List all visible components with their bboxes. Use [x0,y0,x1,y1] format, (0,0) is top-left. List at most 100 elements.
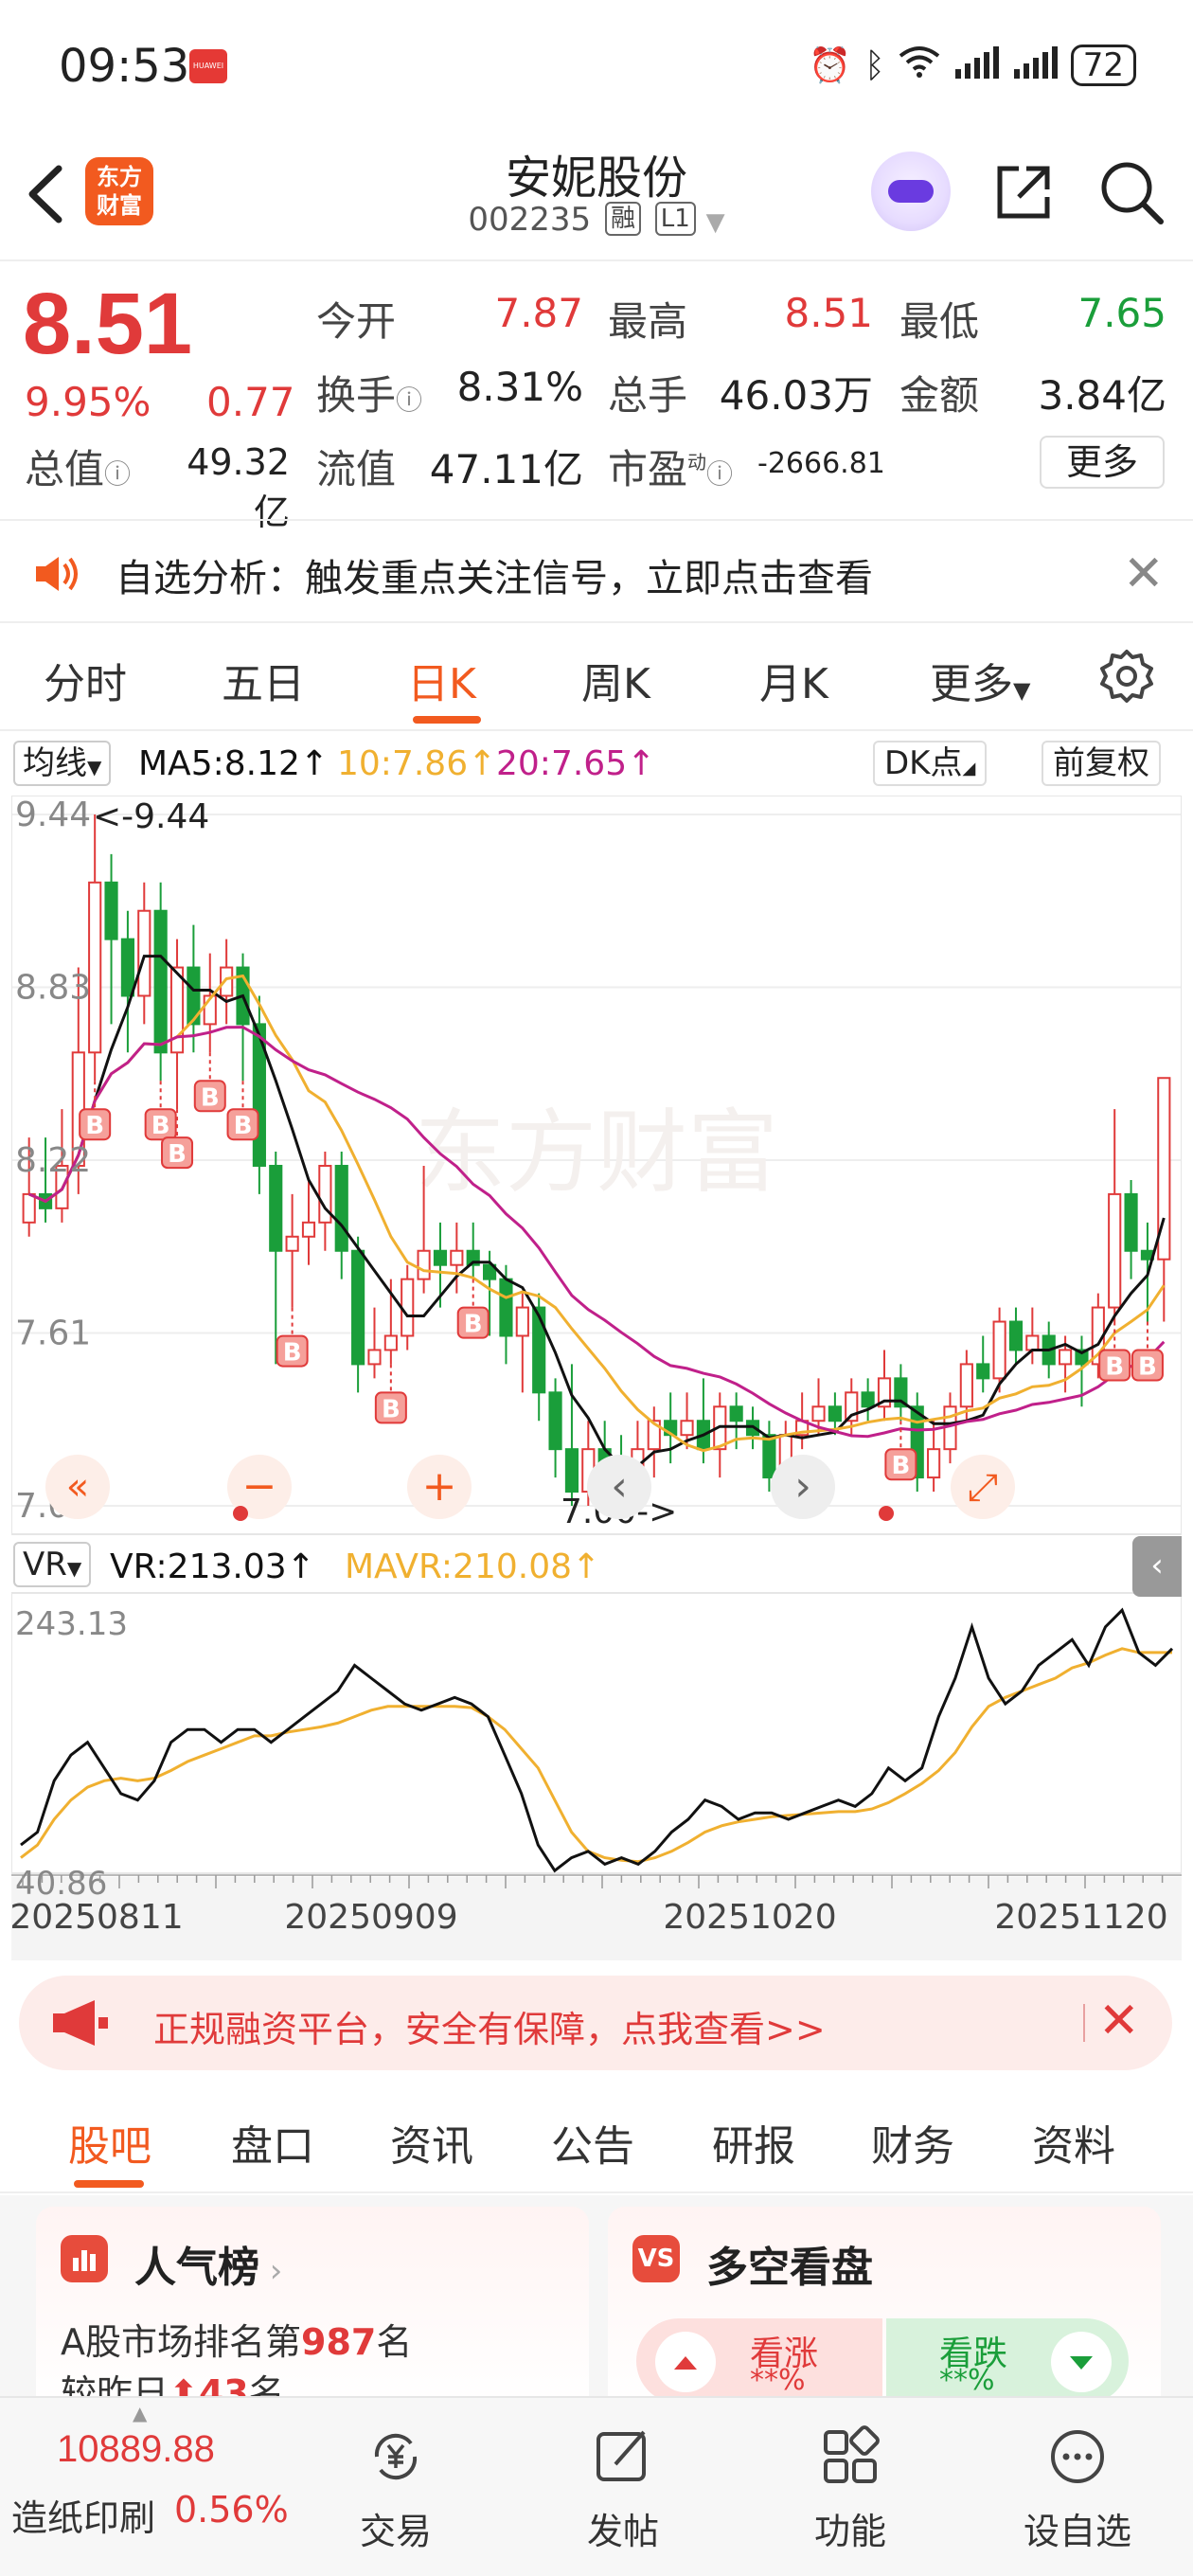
nav-post-label: 发帖 [586,2511,659,2552]
pe-label: 市盈动ⓘ [608,446,734,492]
minus-icon: − [242,1462,277,1511]
bullish-value: **% [750,2364,806,2396]
divider [1083,2004,1085,2042]
dropdown-caret-icon: ▼ [705,208,725,237]
max-price-label: <-9.44 [93,797,209,836]
chart-controls: « − + ‹ › ⤢ [45,1455,1015,1521]
vr-line [20,1607,1174,1873]
x-axis-tick: 20250909 [284,1898,457,1937]
buy-marker-label: B [464,1311,483,1339]
vr-axis-tick: 40.86 [15,1865,107,1903]
gear-icon[interactable] [1098,648,1155,705]
info-icon[interactable]: ⓘ [104,458,131,490]
tab-five-day[interactable]: 五日 [222,650,305,710]
buy-marker-label: B [891,1452,910,1480]
period-tabs: 分时 五日 日K 周K 月K 更多▼ [0,625,1193,731]
low-value: 7.65 [1077,290,1166,336]
stock-code: 002235 [468,201,592,239]
candle-body [22,1192,36,1224]
plus-icon: + [422,1462,457,1511]
search-icon[interactable] [1098,159,1165,225]
close-icon[interactable]: ✕ [1098,1993,1140,2049]
analysis-notice[interactable]: 自选分析：触发重点关注信号，立即点击查看 ✕ [0,519,1193,623]
popularity-card[interactable]: 人气榜 › A股市场排名第987名 较昨日⬆43名 [36,2207,589,2396]
amount-value: 3.84亿 [1038,372,1166,419]
share-icon[interactable] [992,161,1055,224]
high-label: 最高 [608,298,688,345]
tab-finance[interactable]: 财务 [871,2112,954,2173]
candle-body [515,1306,529,1337]
collapse-panel-button[interactable]: ‹ [1132,1536,1182,1597]
tab-announcements[interactable]: 公告 [551,2112,634,2173]
adjust-button[interactable]: 前复权 [1042,741,1161,786]
kline-chart[interactable]: 东方财富 BBBBBBBBBBB 9.448.838.227.617.00 <-… [11,796,1182,1960]
candle-body [269,1164,283,1252]
tab-weekly-k[interactable]: 周K [581,650,650,710]
candle-body [301,1221,316,1238]
index-ticker[interactable]: ▲ 10889.88 造纸印刷 0.56% [0,2398,303,2576]
volume-label: 总手 [608,372,688,419]
sell-dot [879,1506,894,1521]
more-button[interactable]: 更多 [1040,436,1165,489]
buy-marker-label: B [1138,1353,1157,1382]
price-axis-tick: 9.44 [15,796,91,834]
price-axis-tick: 7.61 [15,1315,91,1353]
status-icons: ⏰ ᛒ 72 [809,42,1136,89]
tab-profile[interactable]: 资料 [1032,2112,1115,2173]
nav-post[interactable]: 发帖 [547,2398,699,2576]
buy-marker-label: B [382,1395,401,1423]
tab-pankou[interactable]: 盘口 [231,2112,314,2173]
vr-border [11,1592,1182,1874]
buy-marker-label: B [234,1112,253,1140]
indicator-select[interactable]: VR▼ [13,1542,92,1587]
tab-more[interactable]: 更多▼ [930,650,1030,710]
tab-news[interactable]: 资讯 [390,2112,473,2173]
margin-tag: 融 [604,202,641,236]
arrow-down-icon [1051,2332,1112,2392]
nav-add-watchlist[interactable]: 设自选 [1002,2398,1153,2576]
info-icon[interactable]: ⓘ [706,458,733,490]
long-short-card[interactable]: VS 多空看盘 看涨 **% 看跌 **% [608,2207,1161,2396]
candle-body [433,1249,448,1266]
tab-intraday[interactable]: 分时 [44,650,127,710]
nav-trade-label: 交易 [359,2511,432,2552]
dk-point-button[interactable]: DK点◢ [873,741,988,786]
low-label: 最低 [899,298,980,345]
stock-header: 东方 财富 安妮股份 002235 融 L1 ▼ [0,133,1193,261]
signal-icon-2 [1012,45,1058,87]
candle-body [1059,1349,1073,1366]
edit-icon [596,2430,646,2481]
bearish-vote[interactable]: 看跌 **% [886,2318,1129,2396]
ai-assistant-avatar[interactable] [871,152,951,231]
tab-daily-k[interactable]: 日K [407,650,476,710]
vr-axis-tick: 243.13 [15,1605,128,1643]
turnover-value: 8.31% [456,364,583,410]
ad-banner[interactable]: 正规融资平台，安全有保障，点我查看>> ✕ [19,1976,1172,2070]
tab-guba[interactable]: 股吧 [68,2112,151,2173]
candle-body [861,1391,875,1408]
candle-body [153,909,168,1054]
wifi-icon [899,45,940,87]
close-icon[interactable]: ✕ [1123,546,1165,602]
buy-marker-label: B [201,1083,220,1112]
candle-body [927,1448,941,1479]
arrow-up-icon [655,2332,716,2392]
tab-monthly-k[interactable]: 月K [759,650,828,710]
quote-panel: 8.51 9.95% 0.77 今开 7.87 最高 8.51 最低 7.65 … [0,261,1193,533]
info-icon[interactable]: ⓘ [396,385,422,416]
expand-icon: ⤢ [968,1466,998,1510]
bullish-vote[interactable]: 看涨 **% [636,2318,882,2396]
index-name: 造纸印刷 [11,2497,156,2539]
tab-research[interactable]: 研报 [712,2112,795,2173]
alarm-icon: ⏰ [809,46,852,85]
candle-body [383,1334,398,1351]
active-tab-indicator [413,716,481,724]
sell-dot [233,1506,248,1521]
ma-select[interactable]: 均线▼ [13,741,112,786]
candle-body [499,1278,513,1337]
nav-functions[interactable]: 功能 [775,2398,926,2576]
candle-body [532,1306,546,1394]
buy-marker-label: B [85,1112,104,1140]
grid-icon [824,2425,880,2483]
nav-trade[interactable]: 交易 [320,2398,472,2576]
